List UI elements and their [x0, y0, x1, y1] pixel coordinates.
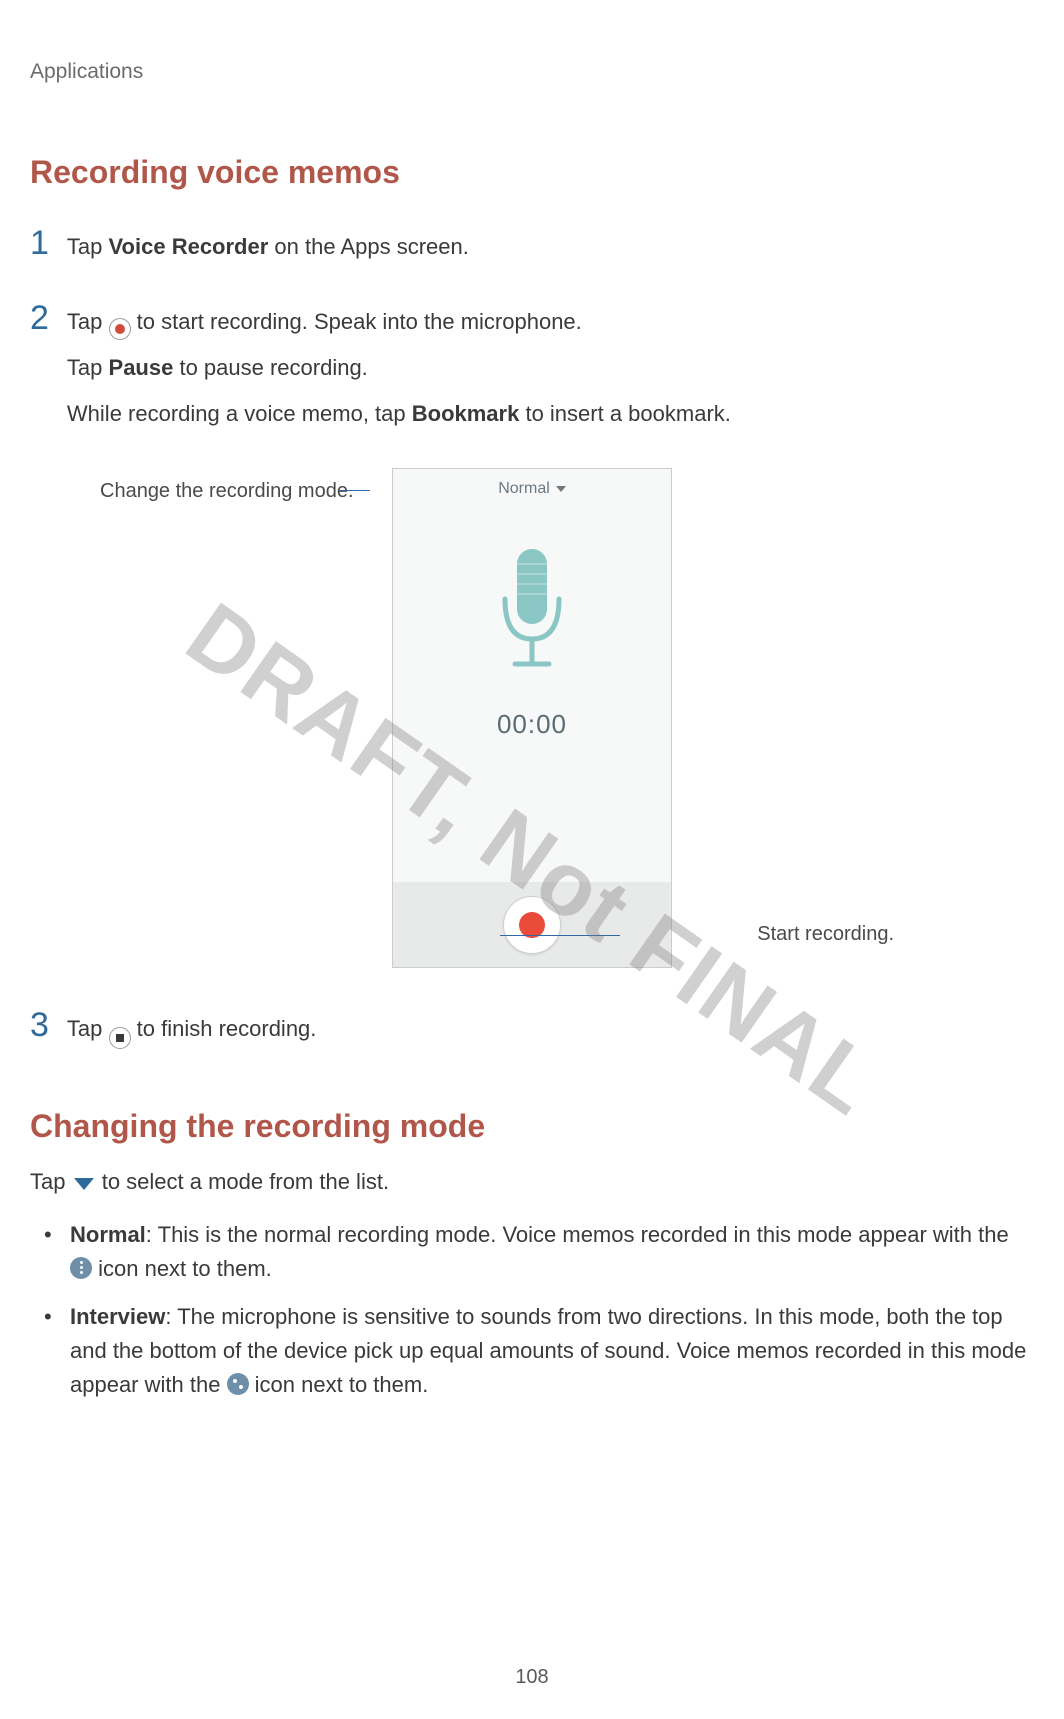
intro-prefix: Tap: [30, 1169, 72, 1194]
step-1-number: 1: [30, 226, 49, 260]
step-2-line3-bold: Bookmark: [412, 401, 520, 426]
page-header: Applications: [30, 60, 1034, 84]
list-mode-icon: [70, 1257, 92, 1279]
step-3-suffix: to finish recording.: [137, 1016, 317, 1041]
step-3-body: Tap to finish recording.: [67, 1012, 316, 1058]
microphone-illustration: [393, 544, 671, 684]
step-1: 1 Tap Voice Recorder on the Apps screen.: [30, 226, 1034, 276]
step-2: 2 Tap to start recording. Speak into the…: [30, 301, 1034, 443]
step-3-prefix: Tap: [67, 1016, 109, 1041]
step-3-number: 3: [30, 1008, 49, 1042]
callout-change-mode: Change the recording mode.: [100, 480, 354, 503]
mode-selector[interactable]: Normal: [393, 469, 671, 509]
changing-mode-intro: Tap to select a mode from the list.: [30, 1165, 1034, 1199]
dropdown-icon: [74, 1178, 94, 1190]
step-1-body: Tap Voice Recorder on the Apps screen.: [67, 230, 469, 276]
record-button[interactable]: [503, 896, 561, 954]
callout-start-recording: Start recording.: [757, 923, 894, 946]
step-2-line3-prefix: While recording a voice memo, tap: [67, 401, 412, 426]
step-2-line3-suffix: to insert a bookmark.: [519, 401, 731, 426]
step-2-body: Tap to start recording. Speak into the m…: [67, 305, 731, 443]
mode-interview-label: Interview: [70, 1304, 165, 1329]
step-2-line2-prefix: Tap: [67, 355, 109, 380]
phone-screenshot: Normal 00:00: [392, 468, 672, 968]
mode-interview: Interview: The microphone is sensitive t…: [70, 1300, 1034, 1402]
microphone-icon: [487, 544, 577, 684]
stop-icon: [109, 1018, 131, 1040]
mode-selector-label: Normal: [498, 480, 550, 498]
step-2-line2-suffix: to pause recording.: [173, 355, 367, 380]
step-2-line2-bold: Pause: [109, 355, 174, 380]
step-2-number: 2: [30, 301, 49, 335]
page-number: 108: [0, 1666, 1064, 1689]
section-heading-recording: Recording voice memos: [30, 154, 1034, 191]
mode-normal-text-b: icon next to them.: [92, 1256, 272, 1281]
mode-interview-text-a: : The microphone is sensitive to sounds …: [70, 1304, 1026, 1397]
mode-normal: Normal: This is the normal recording mod…: [70, 1218, 1034, 1286]
mode-interview-text-b: icon next to them.: [249, 1372, 429, 1397]
step-1-bold: Voice Recorder: [109, 234, 269, 259]
record-icon: [109, 310, 131, 332]
chevron-down-icon: [556, 486, 566, 492]
timer-display: 00:00: [393, 709, 671, 740]
interview-mode-icon: [227, 1373, 249, 1395]
step-2-line1-prefix: Tap: [67, 309, 109, 334]
mode-normal-text-a: : This is the normal recording mode. Voi…: [146, 1222, 1009, 1247]
mode-normal-label: Normal: [70, 1222, 146, 1247]
step-1-prefix: Tap: [67, 234, 109, 259]
step-1-suffix: on the Apps screen.: [268, 234, 469, 259]
record-button-dot-icon: [519, 912, 545, 938]
callout-line-left: [340, 490, 370, 491]
step-2-line1-suffix: to start recording. Speak into the micro…: [137, 309, 582, 334]
section-heading-changing-mode: Changing the recording mode: [30, 1108, 1034, 1145]
step-3: 3 Tap to finish recording.: [30, 1008, 1034, 1058]
callout-line-right: [500, 935, 620, 936]
intro-suffix: to select a mode from the list.: [102, 1169, 389, 1194]
figure-voice-recorder: Change the recording mode. Normal 00:00: [30, 468, 1034, 968]
mode-list: Normal: This is the normal recording mod…: [30, 1218, 1034, 1402]
phone-bottom-bar: [393, 882, 671, 967]
